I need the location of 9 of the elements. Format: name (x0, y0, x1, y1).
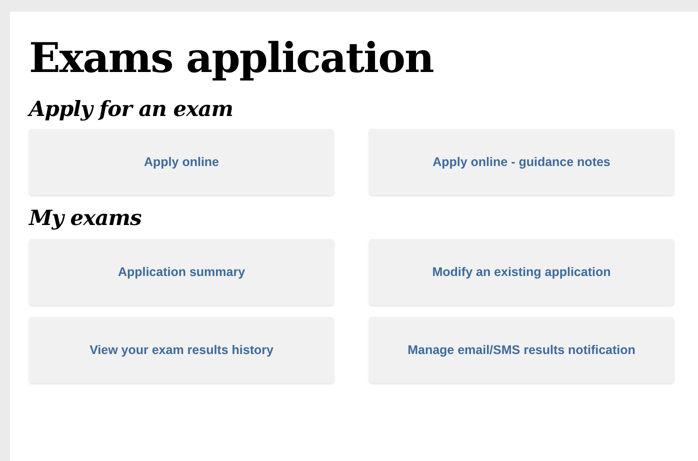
link-card[interactable]: Apply online (29, 129, 334, 195)
link-card[interactable]: Modify an existing application (369, 239, 674, 305)
link-card[interactable]: Application summary (29, 239, 334, 305)
section-heading: Apply for an exam (29, 96, 233, 122)
link-card[interactable]: View your exam results history (29, 317, 334, 383)
link-card[interactable]: Apply online - guidance notes (369, 129, 674, 195)
link-card[interactable]: Manage email/SMS results notification (369, 317, 674, 383)
page-title: Exams application (29, 33, 434, 84)
section-heading: My exams (29, 205, 142, 231)
